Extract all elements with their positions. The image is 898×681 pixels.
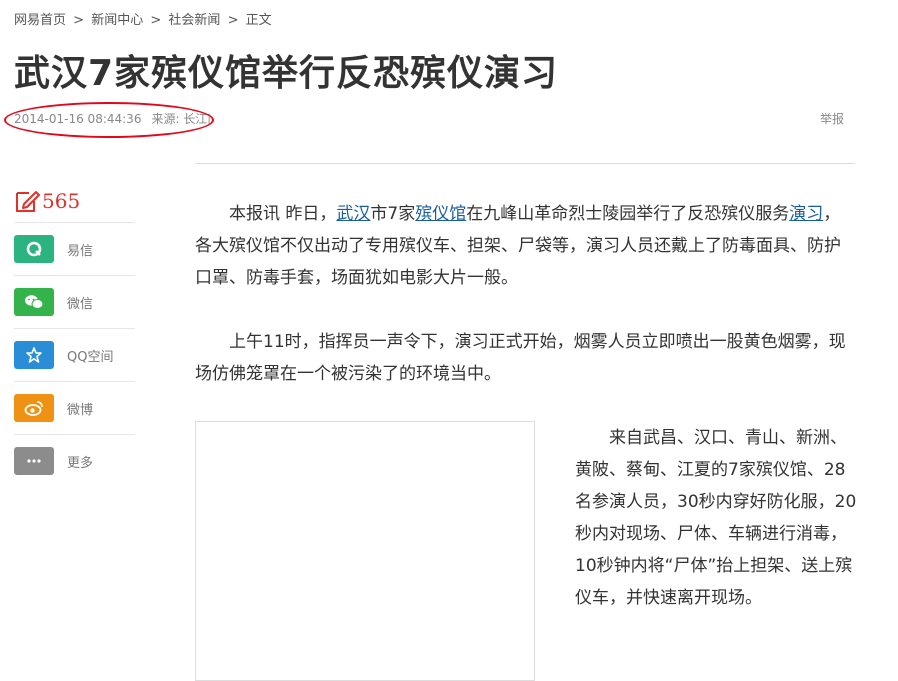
- report-link[interactable]: 举报: [820, 110, 844, 127]
- breadcrumb: 网易首页 > 新闻中心 > 社会新闻 > 正文: [14, 9, 272, 28]
- red-circle-annotation: [4, 102, 214, 138]
- article-paragraph-2: 上午11时，指挥员一声令下，演习正式开始，烟雾人员立即喷出一股黄色烟雾，现场仿佛…: [195, 332, 846, 384]
- article-title: 武汉7家殡仪馆举行反恐殡仪演习: [14, 53, 559, 94]
- yixin-icon: [14, 235, 54, 263]
- comment-count: 565: [42, 189, 81, 213]
- article-image-placeholder: [195, 421, 535, 681]
- article-paragraph-3: 来自武昌、汉口、青山、新洲、黄陂、蔡甸、江夏的7家殡仪馆、28名参演人员，30秒…: [575, 428, 857, 608]
- article-paragraph-1: 本报讯 昨日，武汉市7家殡仪馆在九峰山革命烈士陵园举行了反恐殡仪服务演习，各大殡…: [195, 204, 841, 288]
- drill-link[interactable]: 演习: [789, 204, 823, 224]
- breadcrumb-current: 正文: [245, 13, 272, 28]
- breadcrumb-separator: >: [227, 13, 239, 28]
- breadcrumb-home-link[interactable]: 网易首页: [14, 13, 66, 28]
- share-label: 更多: [67, 455, 94, 471]
- breadcrumb-separator: >: [73, 13, 85, 28]
- share-label: QQ空间: [67, 349, 114, 365]
- share-weibo[interactable]: 微博: [14, 382, 135, 435]
- wechat-icon: [14, 288, 54, 316]
- share-yixin[interactable]: 易信: [14, 223, 135, 276]
- funeral-home-link[interactable]: 殡仪馆: [415, 204, 466, 224]
- share-label: 易信: [67, 243, 94, 259]
- edit-comment-icon: [16, 191, 40, 212]
- more-icon: [14, 447, 54, 475]
- qzone-icon: [14, 341, 54, 369]
- share-sidebar: 565 易信 微信 QQ空间 微博 更多: [14, 180, 135, 487]
- breadcrumb-news-center-link[interactable]: 新闻中心: [91, 13, 143, 28]
- breadcrumb-social-news-link[interactable]: 社会新闻: [168, 13, 220, 28]
- share-label: 微博: [67, 402, 94, 418]
- wuhan-link[interactable]: 武汉: [336, 204, 370, 224]
- comment-count-button[interactable]: 565: [14, 180, 135, 223]
- breadcrumb-separator: >: [150, 13, 162, 28]
- share-label: 微信: [67, 296, 94, 312]
- share-qzone[interactable]: QQ空间: [14, 329, 135, 382]
- share-wechat[interactable]: 微信: [14, 276, 135, 329]
- share-more[interactable]: 更多: [14, 435, 135, 487]
- divider: [195, 163, 855, 164]
- weibo-icon: [14, 394, 54, 422]
